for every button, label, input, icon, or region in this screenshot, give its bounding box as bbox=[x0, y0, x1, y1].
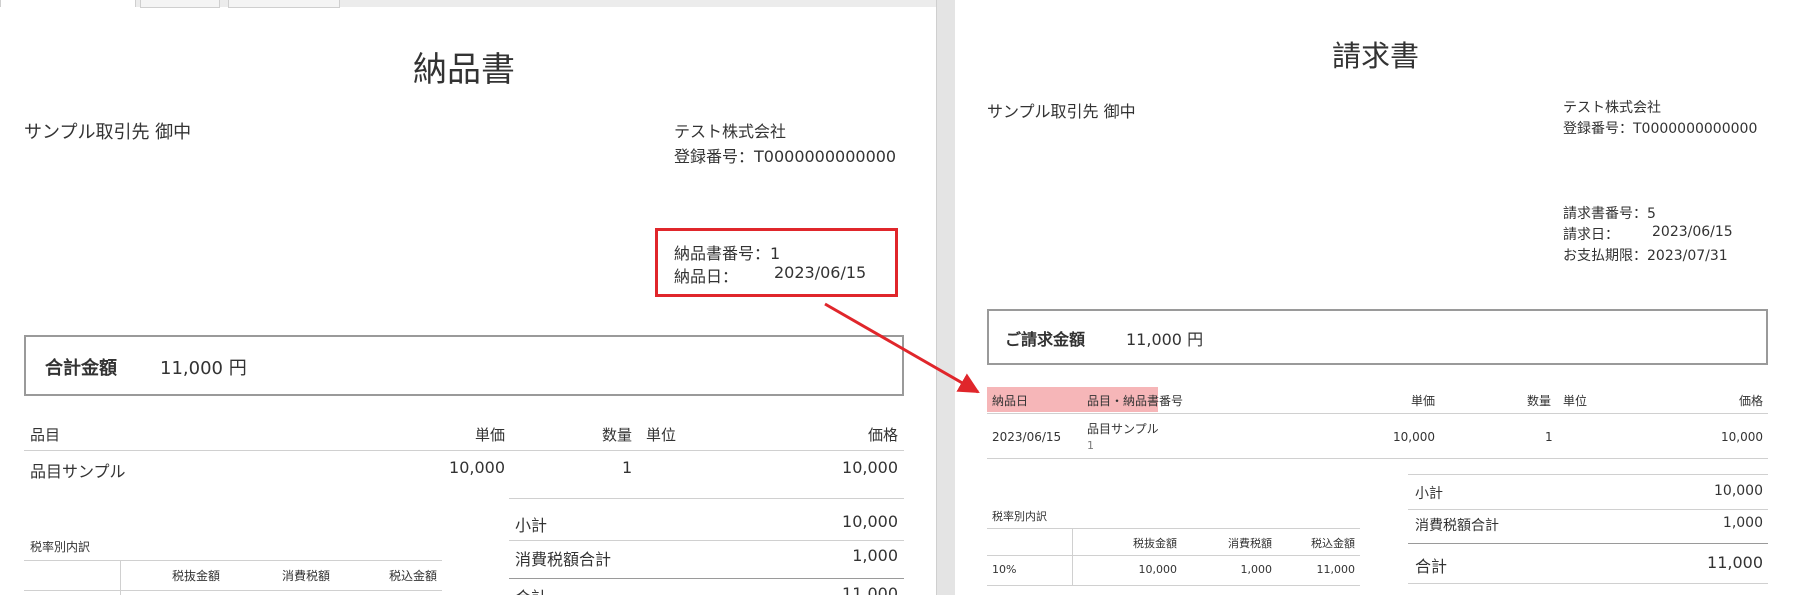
annotation-arrow bbox=[824, 302, 980, 394]
arrow-line bbox=[824, 302, 980, 394]
